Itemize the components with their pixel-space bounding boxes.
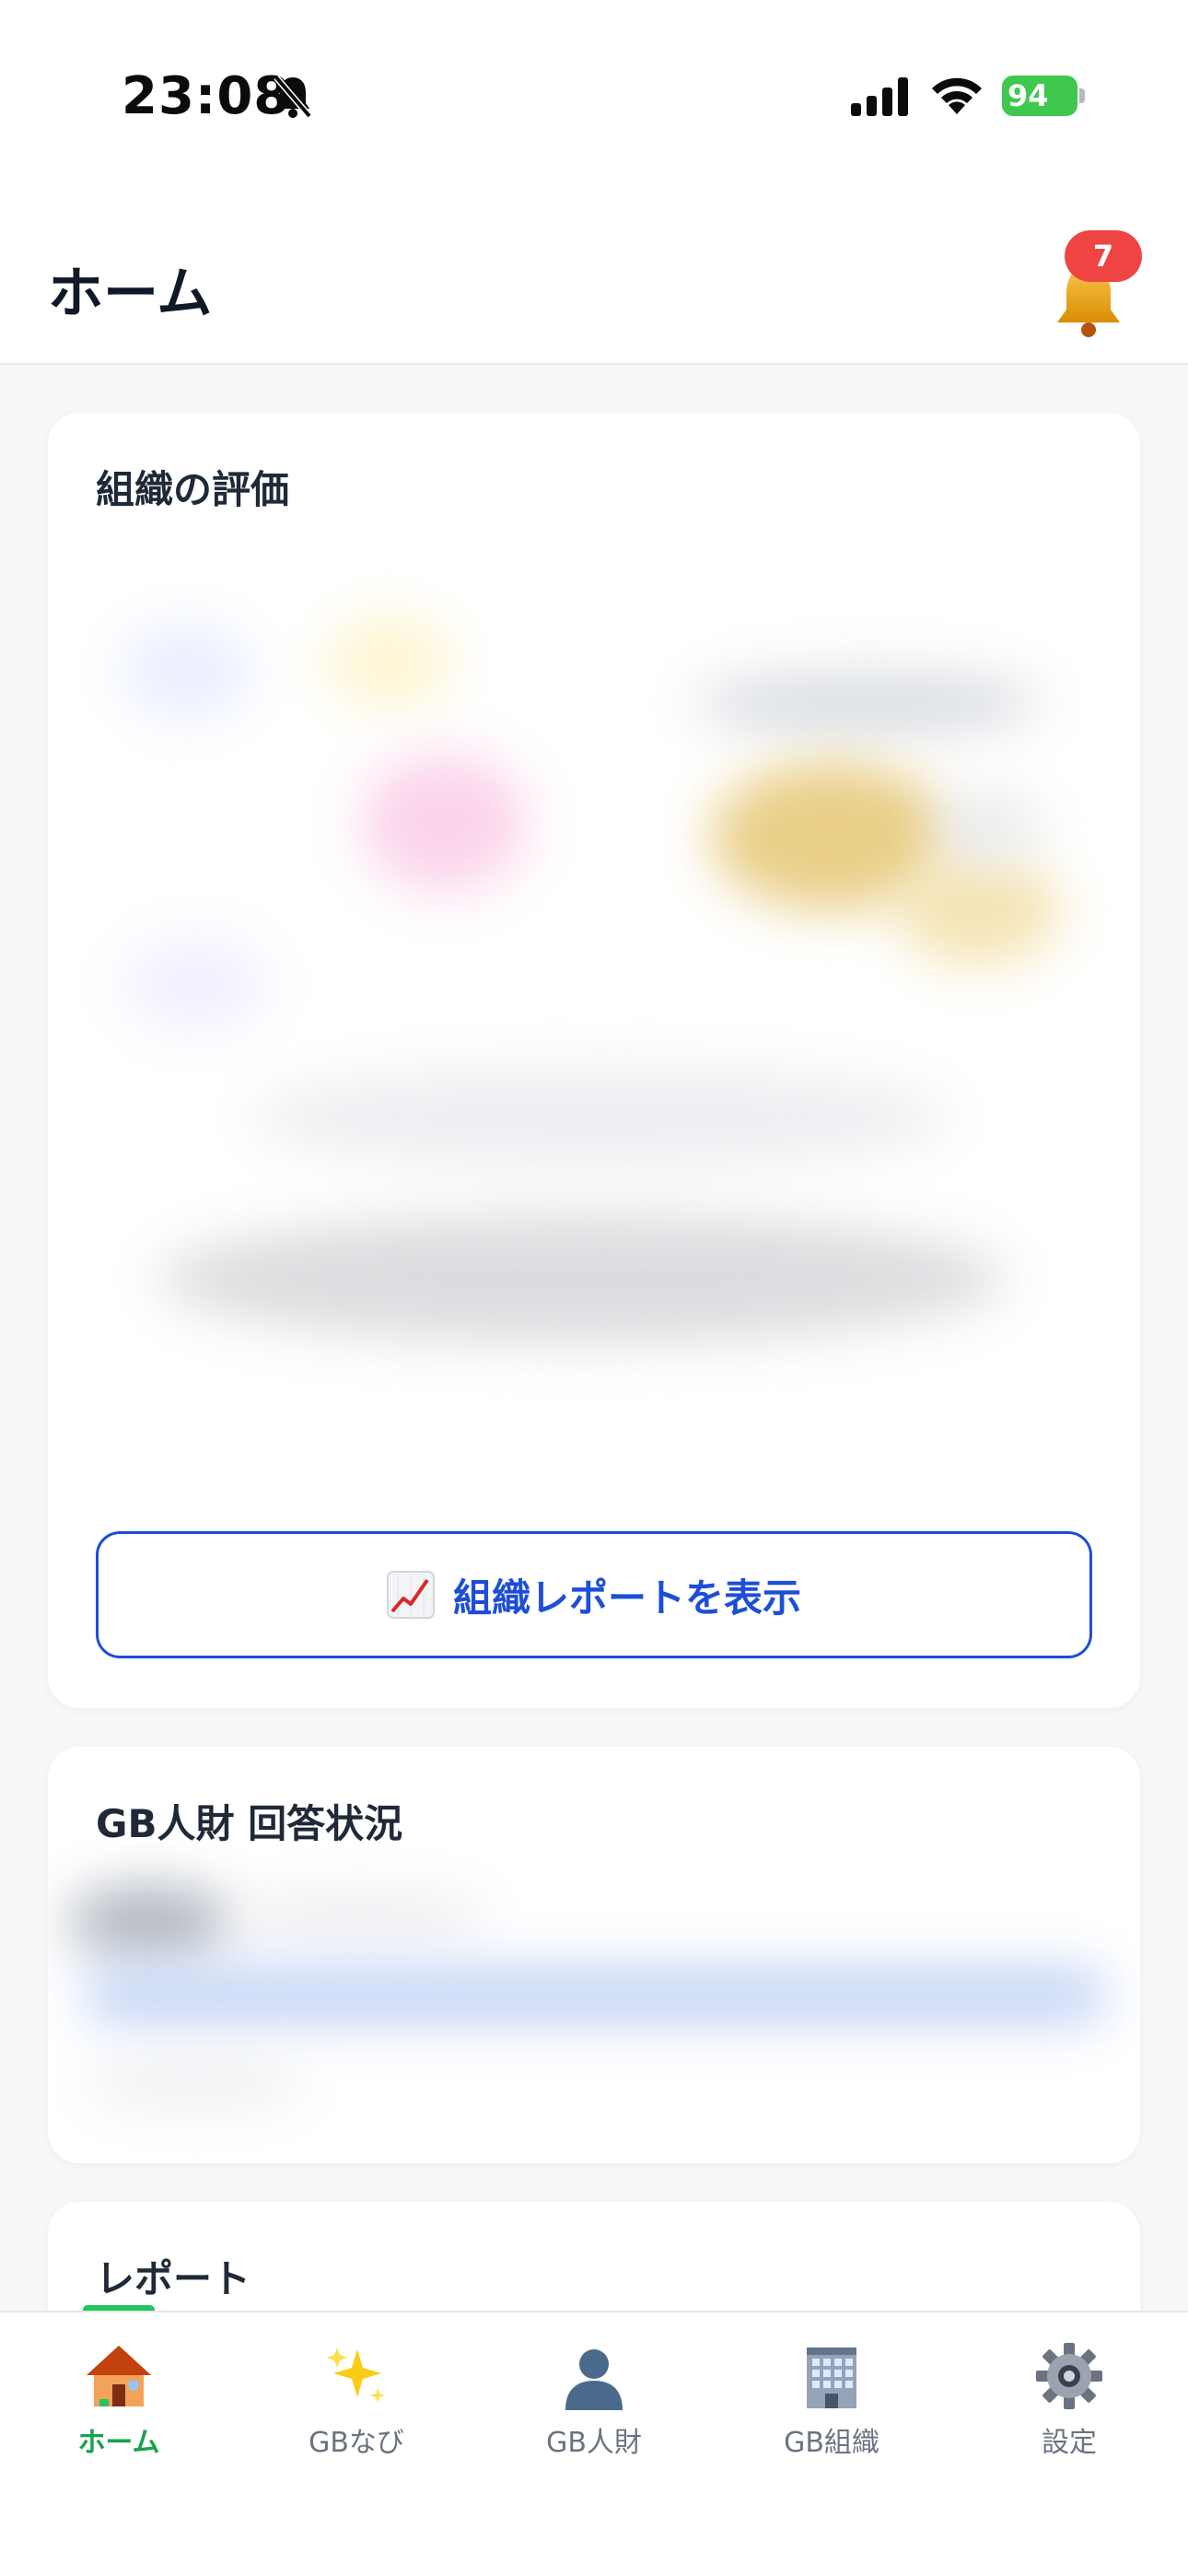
evaluation-card-title: 組織の評価: [96, 467, 290, 512]
response-status-card: GB人財 回答状況: [48, 1747, 1140, 2163]
tab-home[interactable]: ホーム: [0, 2340, 238, 2488]
person-silhouette-icon: [565, 2349, 623, 2410]
tab-gb-talent[interactable]: GB人財: [475, 2340, 713, 2488]
tab-settings[interactable]: 設定: [950, 2340, 1188, 2488]
status-bar: 23:08 94: [0, 0, 1188, 184]
page-title: ホーム: [48, 262, 213, 326]
tab-gb-organization[interactable]: GB組織: [713, 2340, 950, 2488]
tab-home-label: ホーム: [77, 2427, 160, 2459]
chart-increasing-icon: [386, 1571, 435, 1619]
status-time: 23:08: [122, 66, 291, 126]
organization-evaluation-card: 組織の評価 組織レポートを表示: [48, 413, 1140, 1708]
gear-icon: [1036, 2343, 1102, 2409]
blurred-response-progress: [48, 1885, 1140, 2161]
view-organization-report-button[interactable]: 組織レポートを表示: [96, 1531, 1092, 1658]
battery-level: 94: [1007, 78, 1049, 113]
tab-gb-talent-label: GB人財: [546, 2427, 642, 2459]
battery-icon: 94: [1002, 76, 1085, 116]
view-report-button-label: 組織レポートを表示: [452, 1575, 801, 1621]
tab-settings-label: 設定: [1042, 2427, 1097, 2459]
tab-gb-navi[interactable]: GBなび: [238, 2340, 475, 2488]
blurred-evaluation-chart: [48, 551, 1140, 1472]
tab-gb-navi-label: GBなび: [309, 2427, 404, 2459]
signal-icon: [851, 77, 908, 116]
office-building-icon: [807, 2348, 856, 2408]
bell-slash-icon: [274, 75, 312, 118]
wifi-icon: [932, 77, 982, 114]
bottom-tab-bar: ホーム GBなび GB人財 GB組織 設定: [0, 2311, 1188, 2576]
app-header: ホーム: [0, 184, 1188, 365]
sparkles-icon: [327, 2348, 385, 2403]
house-icon: [87, 2346, 151, 2406]
reports-card-title: レポート: [96, 2256, 251, 2301]
notification-count-badge: 7: [1065, 230, 1142, 282]
tab-gb-organization-label: GB組織: [784, 2427, 879, 2459]
response-status-title: GB人財 回答状況: [96, 1801, 403, 1846]
